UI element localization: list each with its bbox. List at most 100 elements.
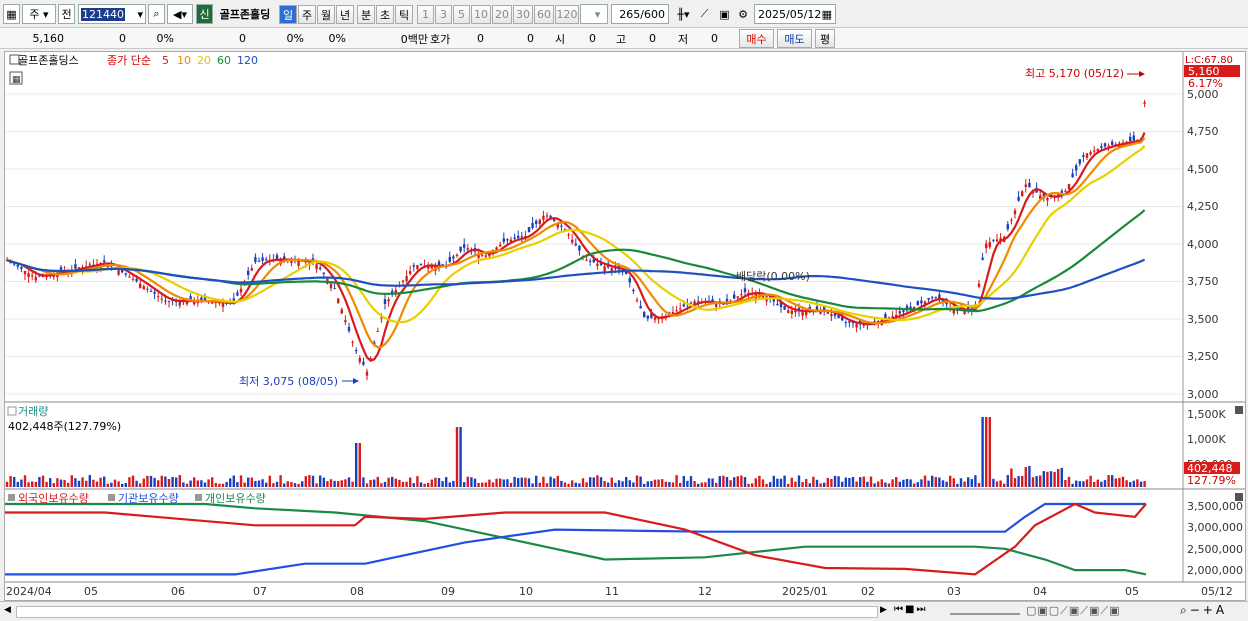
chart-area[interactable]: 5,000 4,750 4,500 4,250 4,000 3,750 3,50…	[4, 51, 1246, 601]
volume-bar	[178, 475, 181, 487]
volume-bar	[290, 482, 293, 487]
candle-body	[776, 303, 779, 305]
avg-button[interactable]: 평	[815, 29, 835, 48]
date-tick: 02	[861, 585, 875, 598]
interval-120-button[interactable]: 120	[555, 5, 579, 24]
period-select[interactable]: 주 ▾	[22, 4, 56, 24]
candle-body	[1107, 145, 1110, 147]
volume-bar	[113, 479, 117, 487]
count-input[interactable]: 265/600	[611, 4, 669, 24]
holdings-sep-icon	[108, 494, 115, 501]
settings-icon[interactable]: ⚙	[734, 4, 752, 24]
horizontal-scrollbar[interactable]	[16, 606, 878, 618]
candle-type-icon[interactable]: ╫▾	[674, 4, 693, 24]
volume-bar	[1006, 475, 1009, 487]
interval-60-label: 60	[537, 8, 551, 21]
volume-bar	[743, 477, 747, 487]
volume-bar	[711, 478, 714, 487]
interval-20-button[interactable]: 20	[492, 5, 512, 24]
interval-120-label: 120	[556, 8, 578, 21]
volume-bar	[952, 478, 955, 487]
candle-body	[362, 361, 365, 365]
interval-10-button[interactable]: 10	[471, 5, 491, 24]
period-year-button[interactable]: 년	[336, 5, 354, 24]
zoom-controls[interactable]: ⌕−+A	[1180, 603, 1227, 618]
ma-line	[6, 258, 1146, 300]
sound-icon[interactable]: ◀▾	[167, 4, 193, 24]
period-tick-button[interactable]: 틱	[395, 5, 413, 24]
interval-3-button[interactable]: 3	[435, 5, 452, 24]
volume-bar	[689, 476, 693, 487]
volume-bar	[121, 483, 124, 487]
period-week-button[interactable]: 주	[298, 5, 316, 24]
volume-bar	[1075, 480, 1078, 487]
candle-body	[1021, 191, 1024, 196]
save-icon[interactable]: ▣	[715, 4, 734, 24]
holdings-tick: 2,500,000	[1187, 543, 1243, 556]
volume-menu-icon[interactable]	[7, 406, 17, 416]
period-second-label: 초	[379, 8, 391, 22]
candle-body	[830, 313, 833, 317]
period-day-button[interactable]: 일	[279, 5, 297, 24]
stock-code-input[interactable]: 121440 ▾	[78, 4, 146, 24]
candle-body	[77, 267, 81, 269]
volume-bar	[747, 483, 750, 487]
low-arrow-head	[353, 378, 359, 384]
draw-tool-icon[interactable]: ⟋	[695, 4, 714, 24]
date-tick: 10	[519, 585, 533, 598]
volume-value: 402,448주(127.79%)	[8, 420, 121, 433]
volume-bar	[463, 482, 466, 487]
scroll-left-icon[interactable]: ◀	[4, 605, 16, 618]
volume-title: 거래량	[18, 405, 48, 418]
date-input[interactable]: 2025/05/12 ▦	[754, 4, 836, 24]
candle-body	[567, 234, 570, 236]
candle-body	[261, 257, 264, 261]
volume-bar	[808, 483, 811, 487]
prev-button[interactable]: 전	[58, 4, 75, 24]
volume-bar	[1114, 478, 1117, 487]
screen-menu-icon[interactable]: ▦	[3, 4, 20, 24]
volume-bar	[337, 481, 340, 487]
interval-custom-select[interactable]: ▾	[580, 4, 608, 24]
holdings-menu-icon[interactable]	[8, 494, 15, 501]
candle-body	[455, 254, 459, 256]
holdings-close-icon[interactable]	[1235, 493, 1243, 501]
quote-hoga-label: 호가	[430, 32, 451, 46]
volume-close-icon[interactable]	[1235, 406, 1243, 414]
volume-bar	[571, 480, 574, 487]
search-icon[interactable]: ⌕	[148, 4, 165, 24]
quote-low-label: 저	[678, 32, 689, 46]
volume-bar	[23, 475, 27, 487]
tool-icons[interactable]: ▢▣▢⟋▣⟋▣⟋▣	[1026, 604, 1120, 618]
period-month-button[interactable]: 월	[317, 5, 335, 24]
interval-5-button[interactable]: 5	[453, 5, 470, 24]
volume-bar	[977, 483, 981, 487]
candle-body	[1071, 173, 1074, 178]
chart-canvas[interactable]: 5,000 4,750 4,500 4,250 4,000 3,750 3,50…	[5, 52, 1245, 600]
scroll-right-icon[interactable]: ▶	[880, 605, 890, 615]
period-minute-button[interactable]: 분	[357, 5, 375, 24]
volume-bar	[301, 481, 304, 487]
new-badge[interactable]: 신	[196, 4, 213, 24]
last-pct-label: 6.17%	[1188, 77, 1223, 90]
interval-30-button[interactable]: 30	[513, 5, 533, 24]
volume-bar	[27, 482, 30, 487]
period-second-button[interactable]: 초	[376, 5, 394, 24]
candle-body	[333, 288, 336, 290]
interval-1-button[interactable]: 1	[417, 5, 434, 24]
volume-bar	[16, 481, 19, 487]
price-axis: 5,000 4,750 4,500 4,250 4,000 3,750 3,50…	[1187, 88, 1219, 401]
buy-button[interactable]: 매수	[739, 29, 774, 48]
zoom-slider[interactable]	[950, 613, 1020, 615]
volume-bar	[1082, 481, 1085, 487]
playback-controls[interactable]: ⏮■⏭	[894, 604, 927, 615]
volume-bar	[693, 481, 696, 487]
interval-60-button[interactable]: 60	[534, 5, 554, 24]
sell-button[interactable]: 매도	[777, 29, 812, 48]
volume-bar	[1111, 475, 1114, 487]
candle-body	[585, 259, 588, 261]
volume-bar	[283, 483, 286, 487]
date-tick: 05/12	[1201, 585, 1233, 598]
candle-body	[862, 324, 865, 326]
volume-bar	[401, 481, 405, 487]
